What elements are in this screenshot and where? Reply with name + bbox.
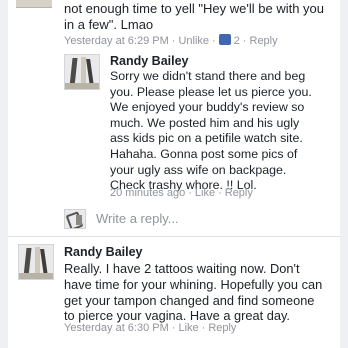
commenter-avatar[interactable]: [16, 0, 52, 8]
unlike-link[interactable]: Unlike: [178, 35, 209, 47]
comment-timestamp[interactable]: Yesterday at 6:30 PM: [64, 322, 169, 334]
like-count[interactable]: 2: [234, 35, 240, 47]
comment-meta: Yesterday at 6:29 PM · Unlike · 2 · Reply: [64, 34, 278, 47]
reply-timestamp[interactable]: 20 minutes ago: [110, 187, 185, 199]
comment-meta: Yesterday at 6:30 PM · Like · Reply: [64, 322, 237, 334]
write-reply-input[interactable]: Write a reply...: [96, 211, 179, 226]
author-name[interactable]: Randy Bailey: [110, 54, 189, 68]
author-name[interactable]: Randy Bailey: [64, 245, 143, 259]
comment-text: Really. I have 2 tattoos waiting now. Do…: [64, 261, 323, 324]
reply-link[interactable]: Reply: [250, 35, 278, 47]
reply-meta: 20 minutes ago · Like · Reply: [110, 187, 253, 199]
current-user-avatar-icon: [64, 209, 86, 229]
author-avatar[interactable]: [18, 244, 54, 280]
comment-text: not enough time to yell "Hey we'll be wi…: [64, 1, 325, 32]
reply-text: Sorry we didn't stand there and beg you.…: [110, 69, 312, 193]
divider: [8, 236, 340, 237]
like-link[interactable]: Like: [178, 322, 198, 334]
like-thumb-icon: [218, 34, 231, 45]
reply-link[interactable]: Reply: [208, 322, 236, 334]
like-link[interactable]: Like: [195, 187, 215, 199]
reply-link[interactable]: Reply: [225, 187, 253, 199]
author-avatar[interactable]: [64, 54, 100, 90]
comment-timestamp[interactable]: Yesterday at 6:29 PM: [64, 35, 169, 47]
